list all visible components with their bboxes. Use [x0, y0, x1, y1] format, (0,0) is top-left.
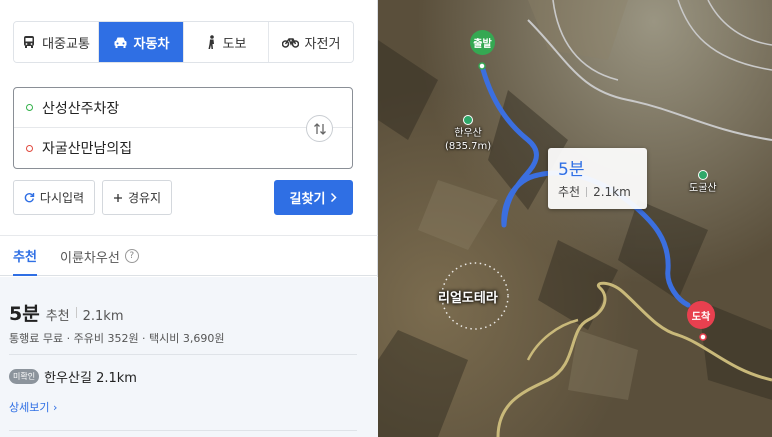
- road-name: 한우산길 2.1km: [44, 371, 137, 386]
- route-input-box: 산성산주차장 자굴산만남의집: [13, 87, 353, 169]
- end-pin-icon: 도착: [687, 301, 715, 329]
- separator: [586, 186, 588, 197]
- waypoint-button[interactable]: 경유지: [102, 180, 172, 215]
- satellite-map[interactable]: 출발 도착 한우산 (835.7m) 도굴산 리얼도테라 5분 추천 2.1km: [378, 0, 772, 437]
- directions-panel: 대중교통 자동차 도보 자전거 산성산주차장 자굴산만남의집 다시입력 경유지 …: [0, 0, 378, 437]
- peak-height: (835.7m): [445, 141, 492, 152]
- start-label: 출발: [473, 39, 492, 50]
- tooltip-tag: 추천: [558, 185, 581, 199]
- peak-name: 한우산: [454, 128, 482, 139]
- divider: [9, 430, 357, 431]
- start-pin-icon: 출발: [470, 30, 495, 55]
- terrain-image: [378, 0, 772, 437]
- tab-label: 이륜차우선: [60, 250, 120, 266]
- tooltip-time: 5분: [558, 160, 585, 180]
- mode-walk[interactable]: 도보: [184, 22, 269, 62]
- end-label: 도착: [691, 311, 711, 323]
- reset-button[interactable]: 다시입력: [13, 180, 95, 215]
- transport-mode-tabs: 대중교통 자동차 도보 자전거: [13, 21, 354, 63]
- detail-link[interactable]: 상세보기 ›: [9, 399, 57, 415]
- mode-car[interactable]: 자동차: [99, 22, 184, 62]
- area-label[interactable]: 리얼도테라: [438, 287, 498, 306]
- car-icon: [114, 37, 127, 48]
- waypoint-label: 경유지: [127, 191, 162, 205]
- destination-field[interactable]: 자굴산만남의집: [14, 128, 304, 168]
- chevron-right-icon: ›: [52, 401, 58, 414]
- peak-hanusan[interactable]: 한우산 (835.7m): [445, 115, 491, 153]
- tab-label: 추천: [13, 249, 37, 265]
- end-marker[interactable]: 도착: [687, 301, 715, 329]
- walk-icon: [208, 34, 214, 49]
- destination-text: 자굴산만남의집: [42, 141, 133, 157]
- swap-arrows-icon: [313, 122, 326, 135]
- separator: [75, 307, 77, 318]
- find-label: 길찾기: [289, 192, 326, 207]
- result-tag: 추천: [45, 309, 70, 324]
- mountain-icon: [463, 115, 474, 125]
- tooltip-distance: 2.1km: [593, 184, 631, 199]
- bicycle-icon: [281, 38, 299, 48]
- route-tooltip[interactable]: 5분 추천 2.1km: [548, 148, 647, 209]
- mode-label: 도보: [222, 36, 247, 52]
- mode-transit[interactable]: 대중교통: [14, 22, 99, 62]
- tab-recommended[interactable]: 추천: [13, 236, 37, 276]
- start-marker[interactable]: 출발: [470, 30, 495, 55]
- mountain-icon: [697, 170, 708, 180]
- mode-label: 자전거: [304, 36, 341, 52]
- unverified-badge: 미확인: [9, 369, 40, 384]
- result-time: 5분: [9, 303, 40, 325]
- peak-dogulsan[interactable]: 도굴산: [689, 170, 717, 195]
- bus-icon: [24, 36, 35, 48]
- result-cost: 통행료 무료 · 주유비 352원 · 택시비 3,690원: [9, 332, 225, 345]
- mode-bicycle[interactable]: 자전거: [269, 22, 353, 62]
- chevron-right-icon: [331, 192, 337, 203]
- tooltip-sub: 추천 2.1km: [558, 183, 637, 200]
- plus-icon: [113, 193, 122, 202]
- destination-dot-icon: [26, 144, 33, 152]
- refresh-icon: [24, 193, 35, 203]
- route-result-card[interactable]: 5분 추천 2.1km 통행료 무료 · 주유비 352원 · 택시비 3,69…: [0, 277, 378, 437]
- find-route-button[interactable]: 길찾기: [274, 180, 353, 215]
- origin-text: 산성산주차장: [42, 100, 120, 117]
- swap-button[interactable]: [306, 115, 333, 142]
- origin-field[interactable]: 산성산주차장: [14, 88, 352, 128]
- origin-dot-icon: [26, 104, 33, 111]
- peak-name: 도굴산: [689, 183, 717, 194]
- route-option-tabs: 추천 이륜차우선 ?: [0, 236, 378, 276]
- mode-label: 대중교통: [42, 36, 90, 52]
- mode-label: 자동차: [133, 36, 170, 52]
- result-distance: 2.1km: [82, 309, 124, 324]
- help-icon[interactable]: ?: [124, 249, 139, 263]
- tab-fuel-priority[interactable]: 이륜차우선 ?: [60, 236, 139, 276]
- divider: [9, 354, 357, 355]
- reset-label: 다시입력: [39, 191, 85, 205]
- result-summary: 5분 추천 2.1km: [9, 299, 124, 326]
- detail-label: 상세보기: [9, 401, 50, 414]
- result-road: 미확인 한우산길 2.1km: [9, 367, 137, 386]
